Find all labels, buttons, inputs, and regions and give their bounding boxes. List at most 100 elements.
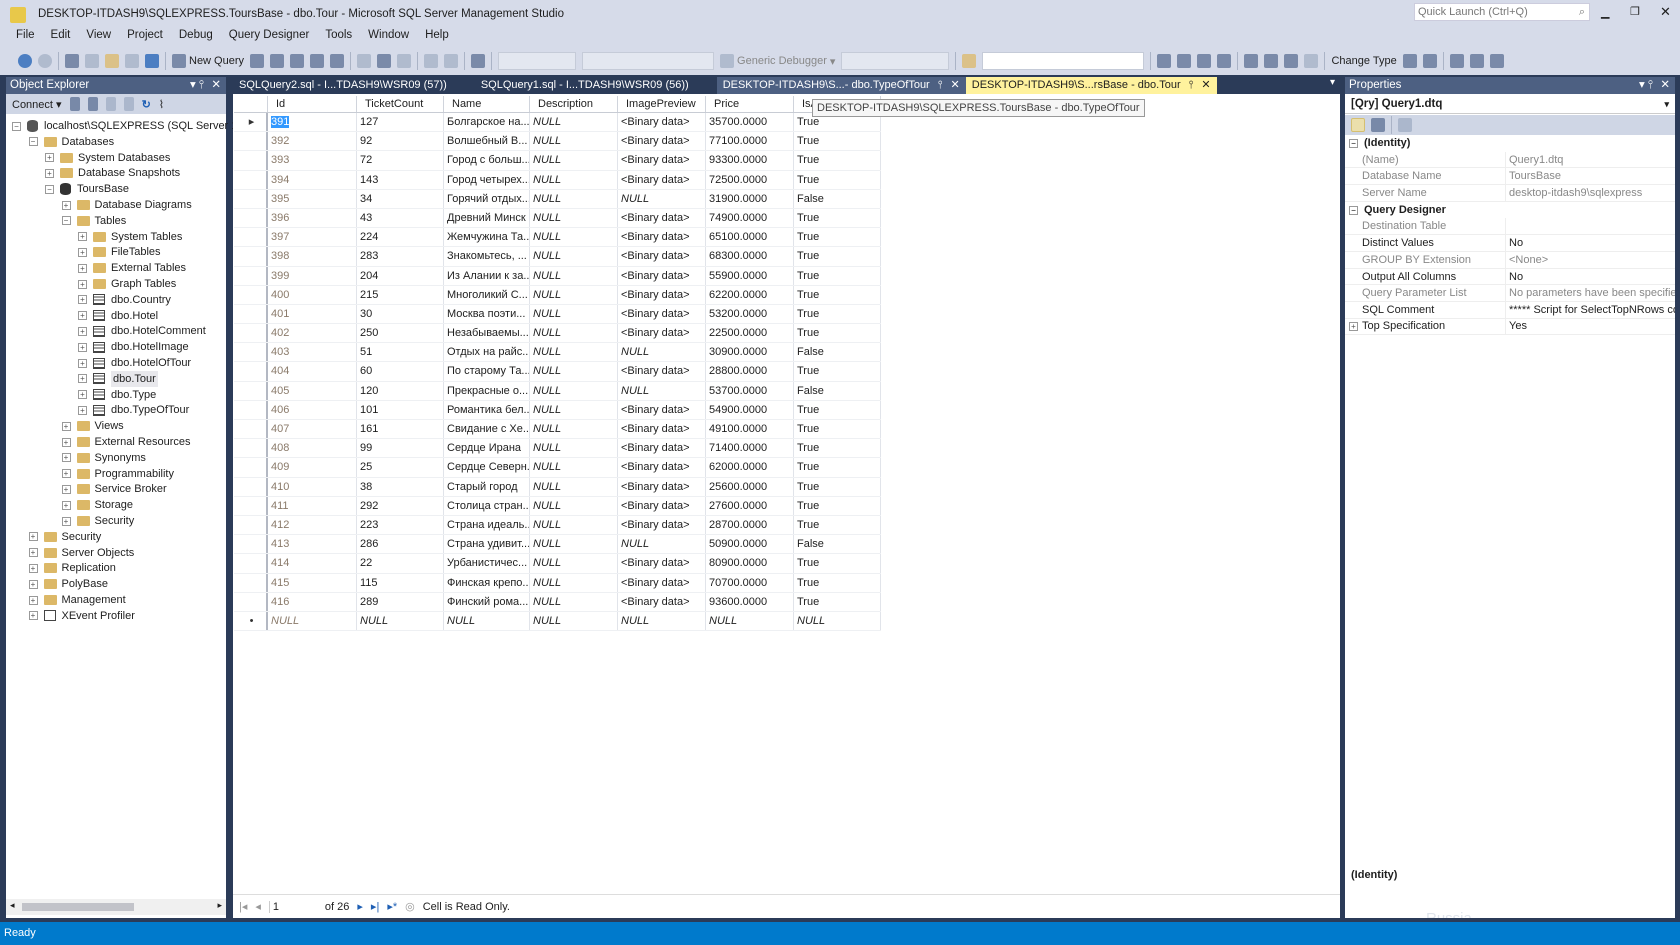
row-selector[interactable] <box>234 362 268 381</box>
back-icon[interactable] <box>18 54 32 68</box>
table-cell[interactable]: 77100.0000 <box>706 132 794 151</box>
menu-file[interactable]: File <box>8 28 43 48</box>
diagram-pane-icon[interactable] <box>1244 54 1259 68</box>
refresh-icon[interactable]: ↻ <box>142 98 151 111</box>
tree-node[interactable]: − Databases <box>28 134 114 150</box>
expand-icon[interactable]: + <box>28 595 38 605</box>
row-selector[interactable] <box>234 324 268 343</box>
property-category[interactable]: − Query Designer <box>1345 201 1675 219</box>
table-cell[interactable]: 72 <box>357 151 444 170</box>
table-cell[interactable]: Финский рома... <box>444 592 530 611</box>
tab-0[interactable]: SQLQuery2.sql - I...TDASH9\WSR09 (57)) <box>233 77 475 94</box>
table-cell[interactable]: 399 <box>268 266 357 285</box>
horizontal-scrollbar[interactable]: ◂ ▸ <box>6 899 226 915</box>
table-cell[interactable]: <Binary data> <box>618 208 706 228</box>
close-window-button[interactable]: ✕ <box>1660 4 1671 20</box>
table-row[interactable]: 403 51 Отдых на райс... NULL NULL 30900.0000 F… <box>234 343 881 363</box>
stop-icon[interactable]: ◎ <box>405 900 415 913</box>
collapse-icon[interactable]: − <box>1349 138 1358 148</box>
menu-project[interactable]: Project <box>119 28 171 48</box>
table-cell[interactable]: Страна идеаль... <box>444 515 530 535</box>
column-header[interactable]: ImagePreview <box>618 96 706 112</box>
table-cell[interactable]: 292 <box>357 496 444 515</box>
row-selector[interactable] <box>234 439 268 458</box>
add-item-icon[interactable] <box>85 54 99 68</box>
minimize-button[interactable]: ▁ <box>1601 6 1609 19</box>
row-selector[interactable] <box>234 304 268 324</box>
tree-node[interactable]: + dbo.TypeOfTour <box>78 402 189 418</box>
tree-node[interactable]: + XEvent Profiler <box>28 608 135 624</box>
expand-icon[interactable]: + <box>78 247 87 257</box>
table-cell[interactable]: <Binary data> <box>618 554 706 573</box>
row-selector[interactable] <box>234 228 268 247</box>
table-cell[interactable]: <Binary data> <box>618 113 706 132</box>
table-cell[interactable]: NULL <box>530 247 618 266</box>
tree-node[interactable]: + Security <box>61 513 134 529</box>
expand-icon[interactable]: + <box>78 263 87 273</box>
table-cell[interactable]: 62000.0000 <box>706 458 794 477</box>
dax-query-icon[interactable] <box>330 54 345 68</box>
tree-node[interactable]: + dbo.Type <box>78 387 156 403</box>
table-cell[interactable]: 416 <box>268 592 357 611</box>
table-cell[interactable]: 407 <box>268 420 357 439</box>
table-row[interactable]: 394 143 Город четырех... NULL <Binary data> 7… <box>234 170 881 190</box>
db-engine-query-icon[interactable] <box>250 54 265 68</box>
new-project-icon[interactable] <box>65 54 79 68</box>
tree-node[interactable]: + Database Diagrams <box>61 197 192 213</box>
expand-icon[interactable]: + <box>1349 321 1358 331</box>
tree-node[interactable]: + Views <box>61 418 124 434</box>
table-cell[interactable]: <Binary data> <box>618 477 706 496</box>
table-cell[interactable]: NULL <box>530 362 618 381</box>
table-cell[interactable]: Отдых на райс... <box>444 343 530 362</box>
table-cell[interactable]: 391 <box>268 113 357 132</box>
expand-icon[interactable]: + <box>78 405 87 415</box>
table-cell[interactable]: False <box>794 535 881 554</box>
table-cell[interactable]: True <box>794 515 881 535</box>
table-cell[interactable]: NULL <box>618 611 706 631</box>
table-cell[interactable]: 400 <box>268 285 357 304</box>
table-cell[interactable]: 224 <box>357 228 444 247</box>
tree-node[interactable]: + dbo.Tour <box>78 370 158 387</box>
table-cell[interactable]: Страна удивит... <box>444 535 530 554</box>
table-cell[interactable]: Урбанистичес... <box>444 554 530 573</box>
tree-node[interactable]: + System Tables <box>78 229 182 245</box>
table-cell[interactable]: <Binary data> <box>618 247 706 266</box>
layout-icon[interactable] <box>1217 54 1232 68</box>
table-cell[interactable]: NULL <box>618 535 706 554</box>
table-cell[interactable]: True <box>794 362 881 381</box>
tree-node[interactable]: + dbo.Hotel <box>78 308 158 324</box>
debugger-dropdown[interactable]: Generic Debugger ▾ <box>720 54 835 68</box>
tree-node[interactable]: + dbo.HotelImage <box>78 339 189 355</box>
copy-icon[interactable] <box>377 54 392 68</box>
expand-icon[interactable]: + <box>45 168 54 178</box>
tree-node[interactable]: + Synonyms <box>61 450 146 466</box>
table-row[interactable]: 397 224 Жемчужина Та... NULL <Binary data> 65… <box>234 228 881 248</box>
disconnect-icon[interactable] <box>87 97 98 111</box>
table-cell[interactable]: NULL <box>530 324 618 343</box>
add-derived-table-icon[interactable] <box>1489 54 1504 68</box>
table-cell[interactable]: <Binary data> <box>618 170 706 189</box>
table-cell[interactable]: 397 <box>268 228 357 247</box>
tree-node[interactable]: + Storage <box>61 497 133 513</box>
table-row[interactable]: 395 34 Горячий отдых... NULL NULL 31900.0000 F… <box>234 189 881 209</box>
table-cell[interactable]: NULL <box>530 285 618 304</box>
close-tab-icon[interactable]: ✕ <box>951 77 960 94</box>
collapse-icon[interactable]: − <box>45 184 54 194</box>
table-cell[interactable]: 43 <box>357 208 444 228</box>
pin-icon[interactable]: ▾ ⫯ <box>190 77 204 94</box>
table-cell[interactable]: 412 <box>268 515 357 535</box>
table-cell[interactable]: Столица стран... <box>444 496 530 515</box>
table-cell[interactable]: 27600.0000 <box>706 496 794 515</box>
dmx-query-icon[interactable] <box>290 54 305 68</box>
table-cell[interactable]: 65100.0000 <box>706 228 794 247</box>
table-cell[interactable]: 250 <box>357 324 444 343</box>
table-cell[interactable]: <Binary data> <box>618 573 706 592</box>
expand-icon[interactable]: + <box>61 437 71 447</box>
tree-node[interactable]: − Tables <box>61 213 126 229</box>
properties-object-dropdown[interactable]: [Qry] Query1.dtq ▾ <box>1345 94 1675 114</box>
expand-icon[interactable]: + <box>78 374 87 384</box>
expand-icon[interactable]: + <box>78 390 87 400</box>
property-value[interactable] <box>1505 218 1675 235</box>
table-row[interactable]: 416 289 Финский рома... NULL <Binary data> 93… <box>234 592 881 612</box>
table-cell[interactable]: 28700.0000 <box>706 515 794 535</box>
